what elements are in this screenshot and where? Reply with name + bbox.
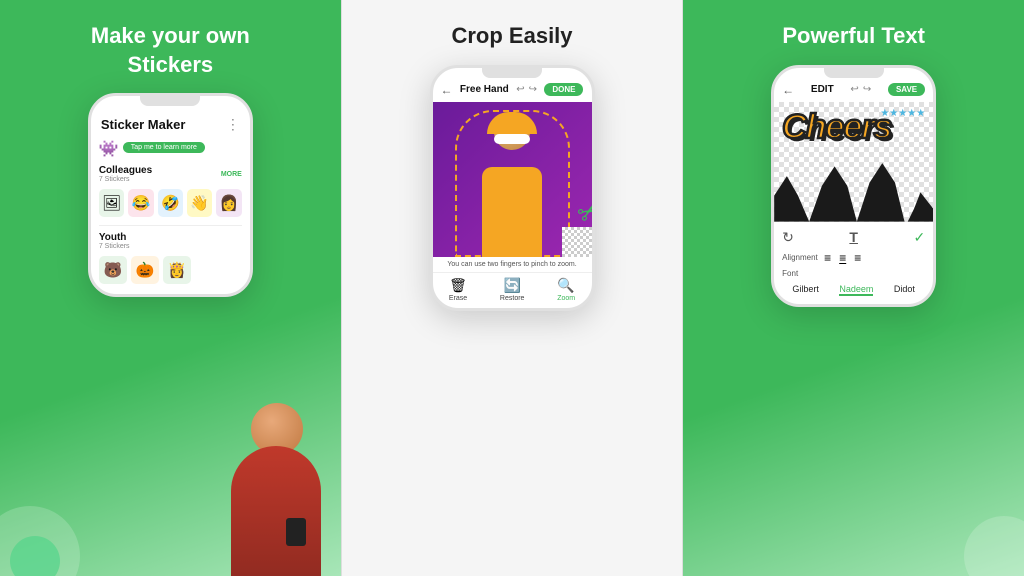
phone-notch [140, 96, 200, 106]
crop-toolbar: 🗑 Erase 🔄 Restore 🔍 Zoom [433, 272, 592, 308]
save-button[interactable]: SAVE [888, 83, 925, 96]
text-controls-panel: ↻ T ✓ Alignment ≡ ≡ ≡ Font [774, 222, 933, 304]
font-didot[interactable]: Didot [894, 284, 915, 296]
crop-hint-text: You can use two fingers to pinch to zoom… [433, 257, 592, 272]
undo-icon[interactable]: ↩ [516, 84, 524, 95]
menu-dots-icon: ⋮ [226, 116, 240, 133]
section2-count: 7 Stickers [99, 243, 130, 250]
text-back-arrow[interactable]: ← [782, 83, 794, 97]
tap-banner: Tap me to learn more [123, 142, 205, 153]
align-left-icon[interactable]: ≡ [824, 251, 831, 265]
crop-app-ui: ← Free Hand ↩ ↪ DONE [433, 78, 592, 308]
restore-icon: 🔄 [503, 277, 520, 294]
sticker-thumb-4: 👋 [187, 189, 212, 217]
crop-image-area [433, 102, 592, 257]
right-panel: Powerful Text ← EDIT ↩ ↪ SAVE Cheers [683, 0, 1024, 576]
confirm-icon[interactable]: ✓ [913, 229, 925, 246]
font-selection-row: Gilbert Nadeem Didot [782, 280, 925, 300]
alignment-label: Alignment [782, 253, 818, 262]
zoom-label: Zoom [557, 295, 575, 302]
sticker-thumb-7: 🎃 [131, 256, 159, 284]
monster-icon: 👾 [99, 139, 119, 159]
text-tool-icon[interactable]: T [849, 229, 858, 245]
right-phone-mockup: ← EDIT ↩ ↪ SAVE Cheers ★★★★★ [771, 65, 936, 307]
refresh-tool-icon[interactable]: ↻ [782, 229, 794, 246]
erase-icon: 🗑 [449, 277, 467, 294]
sticker-thumb-8: 👸 [163, 256, 191, 284]
left-phone-mockup: Sticker Maker ⋮ 👾 Tap me to learn more C… [88, 93, 253, 297]
align-right-icon[interactable]: ≡ [854, 251, 861, 265]
section2-title: Youth [99, 232, 130, 243]
section1-count: 7 Stickers [99, 176, 152, 183]
font-label: Font [782, 269, 818, 278]
sticker-thumb-2: 😂 [128, 189, 153, 217]
sticker-thumb-6: 🐻 [99, 256, 127, 284]
blob-decoration-left [0, 506, 80, 576]
blob-decoration-right [964, 516, 1024, 576]
section1-more-btn[interactable]: MORE [221, 171, 242, 178]
redo-icon[interactable]: ↪ [529, 84, 537, 95]
align-center-icon[interactable]: ≡ [839, 251, 846, 265]
section1-title: Colleagues [99, 165, 152, 176]
alignment-icons: ≡ ≡ ≡ [824, 251, 861, 265]
edit-screen-title: EDIT [811, 84, 834, 95]
font-nadeem[interactable]: Nadeem [839, 284, 873, 296]
held-phone-icon [286, 518, 306, 546]
font-gilbert[interactable]: Gilbert [792, 284, 819, 296]
text-app-ui: ← EDIT ↩ ↪ SAVE Cheers ★★★★★ [774, 78, 933, 304]
center-panel: Crop Easily ← Free Hand ↩ ↪ DONE [341, 0, 684, 576]
person-photo-left [211, 391, 341, 576]
left-panel: Make your own Stickers Sticker Maker ⋮ 👾… [0, 0, 341, 576]
undo-redo-icons: ↩ ↪ [516, 84, 537, 95]
font-control-row: Font [782, 267, 925, 280]
right-phone-notch [824, 68, 884, 78]
erase-label: Erase [449, 295, 467, 302]
sticker-app-ui: Sticker Maker ⋮ 👾 Tap me to learn more C… [91, 106, 250, 294]
center-phone-notch [482, 68, 542, 78]
left-panel-title: Make your own Stickers [91, 22, 250, 79]
stars-overlay: ★★★★★ [880, 108, 925, 119]
sticker-thumb-1: 🖼 [99, 189, 124, 217]
restore-tool[interactable]: 🔄 Restore [500, 277, 525, 302]
zoom-icon: 🔍 [557, 277, 574, 294]
sticker-thumb-3: 🤣 [158, 189, 183, 217]
done-button[interactable]: DONE [544, 83, 583, 96]
right-panel-title: Powerful Text [782, 22, 925, 51]
sticker-thumb-5: 👩 [216, 189, 241, 217]
alignment-control-row: Alignment ≡ ≡ ≡ [782, 249, 925, 267]
zoom-tool[interactable]: 🔍 Zoom [557, 277, 575, 302]
erase-tool[interactable]: 🗑 Erase [449, 277, 467, 302]
restore-label: Restore [500, 295, 525, 302]
sticker-maker-title: Sticker Maker [101, 117, 186, 132]
person-body [231, 446, 321, 576]
text-canvas-area: Cheers ★★★★★ [774, 102, 933, 222]
crop-screen-title: Free Hand [460, 84, 509, 95]
section1-sticker-row: 🖼 😂 🤣 👋 👩 [99, 185, 242, 221]
crop-dashed-outline [455, 110, 570, 257]
text-undo-icon[interactable]: ↩ [850, 84, 858, 95]
section2-sticker-row: 🐻 🎃 👸 [99, 252, 242, 288]
text-redo-icon[interactable]: ↪ [863, 84, 871, 95]
crop-back-arrow[interactable]: ← [441, 83, 453, 97]
text-undo-redo: ↩ ↪ [850, 84, 871, 95]
center-panel-title: Crop Easily [451, 22, 572, 51]
center-phone-mockup: ← Free Hand ↩ ↪ DONE [430, 65, 595, 311]
